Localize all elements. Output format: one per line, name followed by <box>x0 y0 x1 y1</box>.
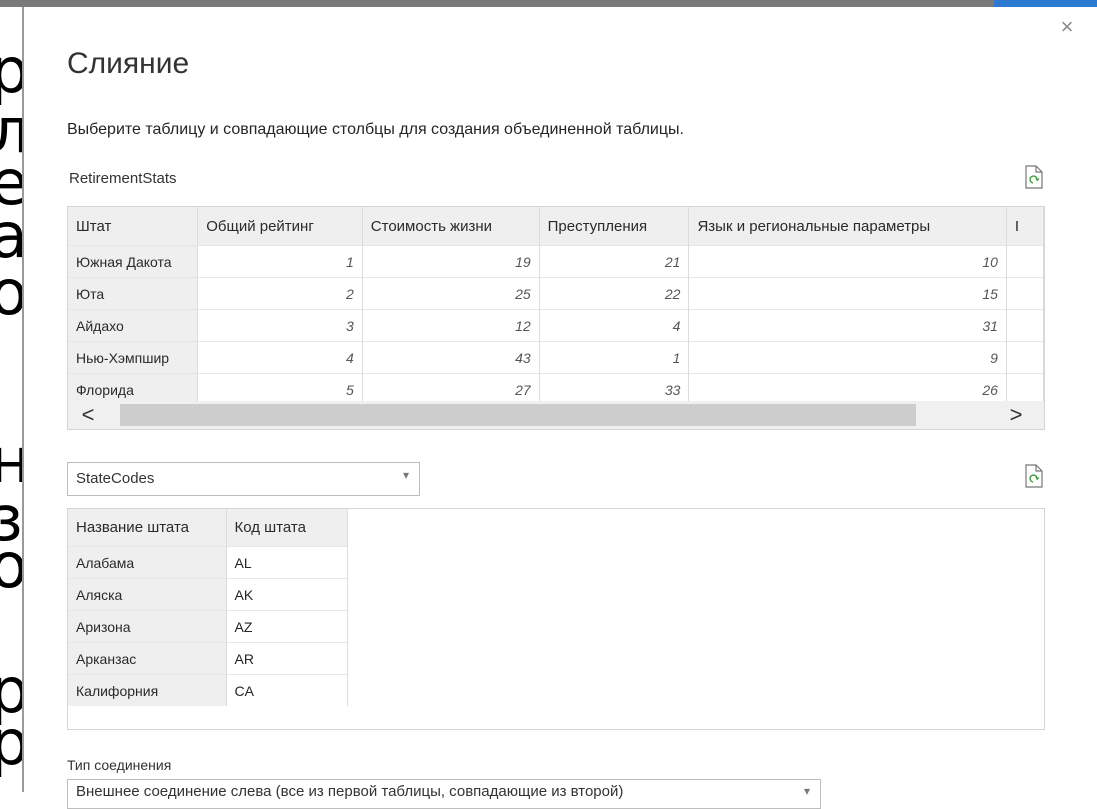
cell: Аризона <box>68 610 227 643</box>
table-row: Арканзас AR <box>68 642 348 675</box>
cell: 9 <box>688 341 1007 374</box>
first-table-name: RetirementStats <box>69 170 177 187</box>
column-header[interactable]: Код штата <box>226 509 348 547</box>
cell: AK <box>226 578 348 611</box>
cell: Айдахо <box>68 309 199 342</box>
cell: AZ <box>226 610 348 643</box>
table-row: Калифорния CA <box>68 674 348 706</box>
dialog-title: Слияние <box>67 47 190 80</box>
cell: Нью-Хэмпшир <box>68 341 199 374</box>
cell: 22 <box>539 277 690 310</box>
column-header[interactable]: Общий рейтинг <box>197 207 363 246</box>
refresh-file-icon[interactable] <box>1024 464 1044 488</box>
cell: 4 <box>197 341 363 374</box>
cell <box>1006 277 1044 310</box>
join-type-label: Тип соединения <box>67 757 172 773</box>
table-row: Алабама AL <box>68 546 348 579</box>
cell: 4 <box>539 309 690 342</box>
cell: 21 <box>539 245 690 278</box>
scroll-right-button[interactable]: > <box>1002 401 1030 429</box>
column-header[interactable]: Язык и региональные параметры <box>688 207 1007 246</box>
join-type-dropdown[interactable]: Внешнее соединение слева (все из первой … <box>67 779 821 809</box>
cell: Калифорния <box>68 674 227 706</box>
header-row: Название штата Код штата <box>68 509 348 547</box>
cell: 1 <box>197 245 363 278</box>
table-row: Нью-Хэмпшир 4 43 1 9 <box>68 341 1044 374</box>
cell <box>1006 341 1044 374</box>
column-header[interactable]: Преступления <box>539 207 690 246</box>
cell: 2 <box>197 277 363 310</box>
chevron-down-icon: ▾ <box>803 784 810 798</box>
cell: Арканзас <box>68 642 227 675</box>
table-row: Айдахо 3 12 4 31 <box>68 309 1044 342</box>
chevron-down-icon: ▾ <box>402 468 409 482</box>
first-table-preview: Штат Общий рейтинг Стоимость жизни Прест… <box>67 206 1045 430</box>
table-row: Аляска AK <box>68 578 348 611</box>
second-table-dropdown[interactable]: StateCodes ▾ <box>67 462 420 496</box>
cell: 31 <box>688 309 1007 342</box>
scrollbar-thumb[interactable] <box>120 404 916 426</box>
column-header[interactable]: I <box>1006 207 1044 246</box>
close-icon[interactable]: × <box>1056 16 1078 38</box>
window-top-border <box>0 0 1097 7</box>
column-header[interactable]: Штат <box>68 207 199 246</box>
header-row: Штат Общий рейтинг Стоимость жизни Прест… <box>68 207 1044 246</box>
cell: 43 <box>362 341 540 374</box>
horizontal-scrollbar[interactable]: < > <box>68 401 1044 429</box>
refresh-file-icon[interactable] <box>1024 165 1044 189</box>
cell <box>1006 309 1044 342</box>
scroll-left-button[interactable]: < <box>74 401 102 429</box>
dialog-description: Выберите таблицу и совпадающие столбцы д… <box>67 121 684 138</box>
cell: 3 <box>197 309 363 342</box>
column-header[interactable]: Название штата <box>68 509 227 547</box>
table-row: Юта 2 25 22 15 <box>68 277 1044 310</box>
cell: AR <box>226 642 348 675</box>
cell: Аляска <box>68 578 227 611</box>
cell: 15 <box>688 277 1007 310</box>
column-header[interactable]: Стоимость жизни <box>362 207 540 246</box>
second-table-preview: Название штата Код штата Алабама AL Аляс… <box>67 508 1045 730</box>
cell: 1 <box>539 341 690 374</box>
cell: 10 <box>688 245 1007 278</box>
cell: 12 <box>362 309 540 342</box>
cell: Южная Дакота <box>68 245 199 278</box>
cell: Алабама <box>68 546 227 579</box>
cell: CA <box>226 674 348 706</box>
table-row: Аризона AZ <box>68 610 348 643</box>
cell: AL <box>226 546 348 579</box>
cell: 25 <box>362 277 540 310</box>
cell <box>1006 245 1044 278</box>
cell: 19 <box>362 245 540 278</box>
cell: Юта <box>68 277 199 310</box>
table-row: Южная Дакота 1 19 21 10 <box>68 245 1044 278</box>
second-table-selected: StateCodes <box>76 470 155 487</box>
